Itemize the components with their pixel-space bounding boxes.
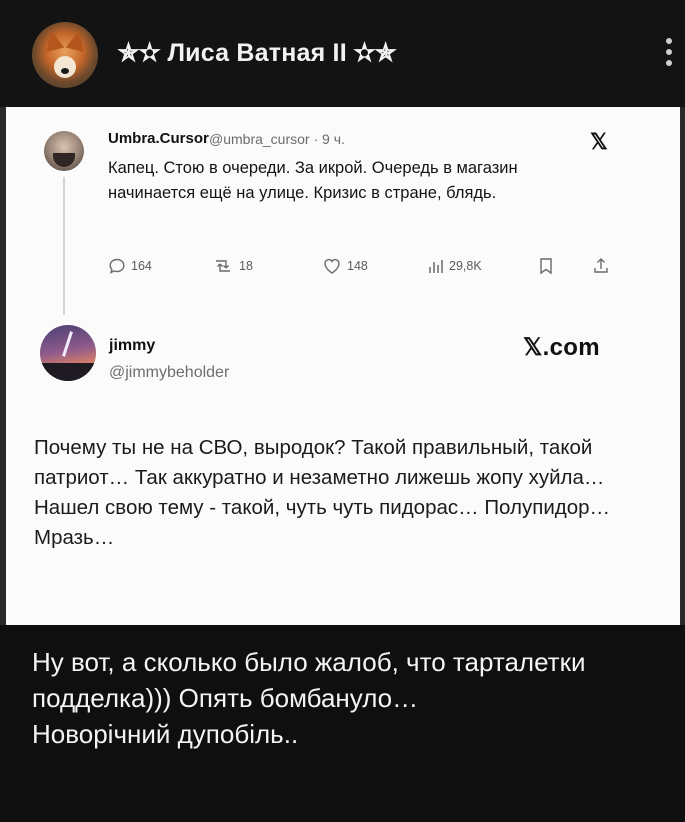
- quoted-author-avatar: [44, 131, 84, 171]
- post-caption: Ну вот, а сколько было жалоб, что тартал…: [32, 647, 586, 749]
- tweet-actions: 164 18 148 29,8K: [108, 257, 618, 279]
- reply-author-avatar: [40, 325, 96, 381]
- fox-ear-right: [65, 28, 89, 52]
- like-action: 148: [322, 257, 368, 275]
- fox-muzzle: [54, 56, 76, 78]
- views-count: 29,8K: [449, 259, 482, 273]
- reply-author-handle: @jimmybeholder: [109, 364, 230, 381]
- fox-ear-left: [41, 28, 65, 52]
- thread-line: [63, 177, 65, 315]
- views-icon: [429, 260, 443, 273]
- x-com-brand: 𝕏.com: [523, 334, 600, 361]
- more-vertical-icon[interactable]: [664, 38, 674, 74]
- quoted-author-name: Umbra.Cursor: [108, 130, 209, 147]
- channel-header: ✯✫ Лиса Ватная ІІ ✫✯: [0, 0, 685, 107]
- x-logo-icon: 𝕏: [590, 129, 608, 154]
- bookmark-icon: [538, 257, 554, 275]
- quoted-tweet-text: Капец. Стою в очереди. За икрой. Очередь…: [108, 159, 518, 202]
- fox-nose: [61, 68, 69, 74]
- reply-author-name: jimmy: [109, 337, 156, 354]
- share-icon: [592, 257, 610, 275]
- retweet-action: 18: [212, 257, 253, 275]
- reply-count: 164: [131, 259, 152, 273]
- views-action: 29,8K: [428, 257, 482, 275]
- channel-title[interactable]: ✯✫ Лиса Ватная ІІ ✫✯: [118, 38, 396, 68]
- reply-tweet-text: Почему ты не на СВО, выродок? Такой прав…: [34, 436, 611, 549]
- quoted-author-meta: @umbra_cursor · 9 ч.: [209, 131, 345, 147]
- reply-action: 164: [108, 257, 152, 275]
- retweet-icon: [216, 260, 230, 272]
- reply-icon: [109, 258, 125, 274]
- like-count: 148: [347, 259, 368, 273]
- retweet-count: 18: [239, 259, 253, 273]
- channel-avatar[interactable]: [32, 22, 98, 88]
- tweet-screenshot: Umbra.Cursor @umbra_cursor · 9 ч. 𝕏 Капе…: [0, 107, 685, 625]
- heart-icon: [324, 258, 340, 274]
